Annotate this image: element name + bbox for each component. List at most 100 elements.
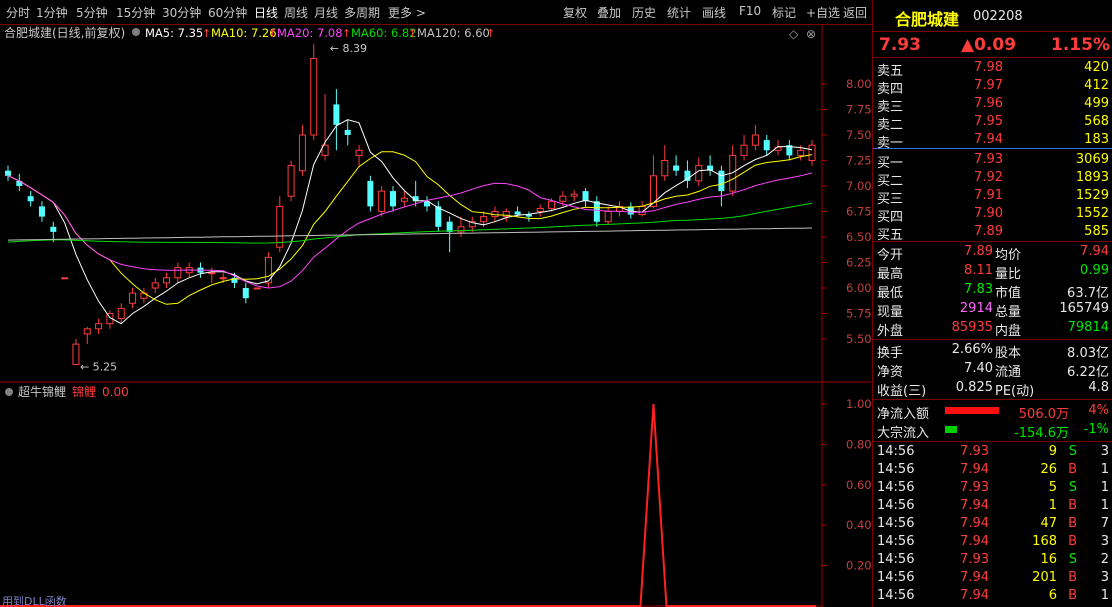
toolbar-action-button[interactable]: 统计 bbox=[667, 4, 691, 21]
stat-label: 总量 bbox=[995, 305, 1022, 320]
ask-volume: 568 bbox=[1084, 114, 1109, 129]
ask-price: 7.97 bbox=[974, 78, 1003, 93]
candle-body bbox=[242, 288, 249, 299]
tick-time: 14:56 bbox=[877, 516, 915, 531]
tick-side: B bbox=[1068, 570, 1077, 585]
tick-side: B bbox=[1068, 588, 1077, 603]
toolbar-action-button[interactable]: F10 bbox=[739, 4, 761, 18]
y-tick-label: 6.00 bbox=[846, 281, 872, 295]
fund-label: 股本 bbox=[995, 346, 1022, 361]
indicator-y-tick-label: 1.00 bbox=[846, 397, 872, 411]
tick-row: 14:56 7.93 5 S 1 bbox=[873, 479, 1112, 497]
period-tab[interactable]: 周线 bbox=[284, 4, 308, 21]
tick-price: 7.94 bbox=[960, 570, 989, 585]
period-tab[interactable]: 60分钟 bbox=[208, 4, 247, 21]
period-tab[interactable]: 更多 > bbox=[388, 4, 426, 21]
candle-body bbox=[61, 277, 69, 280]
chart-area[interactable]: 合肥城建(日线,前复权) MA5: 7.35↑ MA10: 7.26↑ MA20: 7… bbox=[0, 25, 872, 607]
candle-body bbox=[367, 180, 374, 207]
tick-volume: 26 bbox=[1040, 462, 1057, 477]
period-tab[interactable]: 1分钟 bbox=[36, 4, 68, 21]
period-tab[interactable]: 30分钟 bbox=[162, 4, 201, 21]
candle-body bbox=[390, 191, 397, 207]
period-tab[interactable]: 分时 bbox=[6, 4, 30, 21]
bid-row: 买二 7.92 1893 bbox=[873, 169, 1112, 189]
tick-volume: 6 bbox=[1048, 588, 1057, 603]
stat-value: 85935 bbox=[951, 320, 993, 335]
ma-arrow-icon: ↑ bbox=[268, 27, 277, 40]
stat-label: 今开 bbox=[877, 248, 904, 263]
tick-count: 1 bbox=[1100, 588, 1109, 603]
tick-count: 2 bbox=[1100, 552, 1109, 567]
tick-count: 3 bbox=[1100, 444, 1109, 459]
toolbar-action-button[interactable]: 叠加 bbox=[597, 4, 621, 21]
high-price-label: ← 8.39 bbox=[330, 42, 367, 55]
fund-label: 换手 bbox=[877, 346, 904, 361]
flow-pct: 4% bbox=[1088, 403, 1109, 418]
tick-row: 14:56 7.94 6 B 1 bbox=[873, 587, 1112, 605]
stat-value: 7.89 bbox=[964, 244, 993, 259]
bid-volume: 1893 bbox=[1075, 170, 1109, 185]
settings-dot-icon bbox=[132, 28, 140, 36]
candle-body bbox=[95, 323, 103, 330]
toolbar-action-button[interactable]: 画线 bbox=[702, 4, 726, 21]
stock-name: 合肥城建 bbox=[895, 10, 960, 29]
tick-row: 14:56 7.93 9 S 3 bbox=[873, 443, 1112, 461]
candle-body bbox=[27, 196, 34, 202]
tick-price: 7.94 bbox=[960, 588, 989, 603]
tick-volume: 201 bbox=[1032, 570, 1057, 585]
y-tick-label: 5.75 bbox=[846, 307, 872, 321]
period-tab[interactable]: 15分钟 bbox=[116, 4, 155, 21]
ask-row: 卖二 7.95 568 bbox=[873, 113, 1112, 133]
period-tab[interactable]: 月线 bbox=[314, 4, 338, 21]
toolbar-action-button[interactable]: 复权 bbox=[563, 4, 587, 21]
stock-code: 002208 bbox=[973, 9, 1023, 24]
toolbar-action-button[interactable]: 标记 bbox=[772, 4, 796, 21]
toolbar-action-button[interactable]: +自选 bbox=[806, 4, 840, 21]
ma-label: MA120: 6.60 bbox=[417, 26, 490, 40]
stat-value: 8.11 bbox=[964, 263, 993, 278]
ask-price: 7.94 bbox=[974, 132, 1003, 147]
stat-value: 0.99 bbox=[1080, 263, 1109, 278]
candle-body bbox=[117, 307, 125, 320]
candlestick-chart: 合肥城建(日线,前复权) MA5: 7.35↑ MA10: 7.26↑ MA20: 7… bbox=[0, 25, 872, 607]
toolbar-action-button[interactable]: 历史 bbox=[632, 4, 656, 21]
candle-body bbox=[344, 129, 351, 135]
tick-volume: 1 bbox=[1048, 498, 1057, 513]
indicator-name: 超牛锦鲤 bbox=[18, 384, 66, 399]
toolbar-action-button[interactable]: 返回 bbox=[843, 4, 867, 21]
tick-time: 14:56 bbox=[877, 552, 915, 567]
stat-value: 63.7亿 bbox=[1067, 286, 1109, 301]
fund-row: 收益(三) 0.825 PE(动) 4.8 bbox=[873, 379, 1112, 399]
flow-value: -154.6万 bbox=[1014, 426, 1069, 441]
indicator-value: 0.00 bbox=[102, 385, 129, 399]
fund-row: 净资 7.40 流通 6.22亿 bbox=[873, 360, 1112, 380]
ma-line bbox=[7, 172, 813, 289]
indicator-y-tick-label: 0.60 bbox=[846, 478, 872, 492]
bid-row: 买五 7.89 585 bbox=[873, 223, 1112, 243]
candle-body bbox=[536, 207, 544, 213]
bid-volume: 1552 bbox=[1075, 206, 1109, 221]
candle-body bbox=[287, 165, 295, 197]
tick-row: 14:56 7.94 1 B 1 bbox=[873, 497, 1112, 515]
tick-count: 3 bbox=[1100, 570, 1109, 585]
candle-body bbox=[604, 211, 612, 223]
period-tab[interactable]: 日线 bbox=[254, 4, 278, 21]
candle-body bbox=[480, 216, 488, 223]
tick-side: B bbox=[1068, 462, 1077, 477]
candle-body bbox=[514, 211, 521, 215]
candle-body bbox=[129, 292, 137, 304]
last-price: 7.93 bbox=[879, 35, 921, 55]
tick-side: B bbox=[1068, 498, 1077, 513]
candle-body bbox=[548, 200, 556, 209]
stat-value: 2914 bbox=[959, 301, 993, 316]
tick-time: 14:56 bbox=[877, 570, 915, 585]
tick-count: 1 bbox=[1100, 498, 1109, 513]
tick-side: B bbox=[1068, 534, 1077, 549]
period-tab[interactable]: 多周期 bbox=[344, 4, 380, 21]
candle-body bbox=[72, 343, 80, 366]
tick-count: 7 bbox=[1100, 516, 1109, 531]
ask-volume: 412 bbox=[1084, 78, 1109, 93]
ask-price: 7.95 bbox=[974, 114, 1003, 129]
period-tab[interactable]: 5分钟 bbox=[76, 4, 108, 21]
